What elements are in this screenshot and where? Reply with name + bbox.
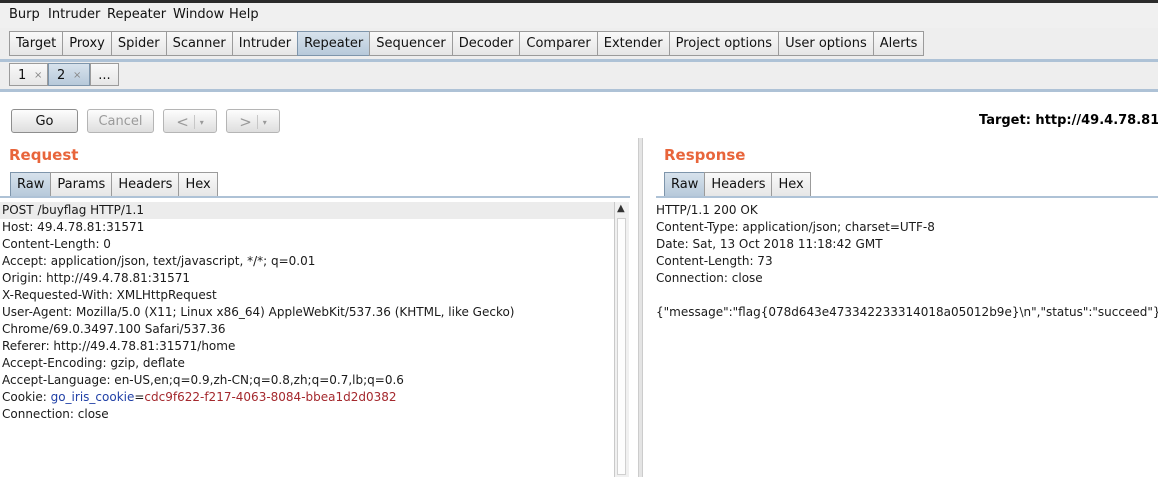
menu-intruder[interactable]: Intruder (48, 7, 100, 22)
response-line: Date: Sat, 13 Oct 2018 11:18:42 GMT (656, 237, 883, 251)
menu-burp[interactable]: Burp (9, 7, 40, 22)
request-tab-raw[interactable]: Raw (10, 172, 52, 197)
repeater-tab-label: 2 (57, 68, 66, 83)
request-scrollbar[interactable]: ▲ (614, 202, 629, 477)
response-line: Content-Type: application/json; charset=… (656, 220, 935, 234)
cookie-value: cdc9f622-f217-4063-8084-bbea1d2d0382 (144, 390, 397, 404)
close-icon[interactable]: × (73, 64, 81, 87)
request-line: User-Agent: Mozilla/5.0 (X11; Linux x86_… (2, 305, 515, 319)
request-title: Request (9, 146, 79, 164)
request-line: Host: 49.4.78.81:31571 (2, 220, 145, 234)
request-tab-hex[interactable]: Hex (178, 172, 218, 197)
repeater-toolbar: Go Cancel < ▾ > ▾ Target: http://49.4.78.8… (0, 92, 1158, 136)
response-tab-headers[interactable]: Headers (704, 172, 773, 197)
tab-intruder[interactable]: Intruder (231, 31, 299, 56)
response-line (654, 287, 1158, 304)
target-label[interactable]: Target: http://49.4.78.81 (979, 113, 1158, 128)
scrollbar-track[interactable] (617, 218, 626, 475)
forward-arrow-icon: > (239, 113, 252, 131)
request-line: Connection: close (2, 407, 109, 421)
response-line: Content-Length: 73 (656, 254, 773, 268)
request-line: Accept-Language: en-US,en;q=0.9,zh-CN;q=… (2, 373, 404, 387)
request-tab-underline (0, 196, 630, 198)
response-tab-raw[interactable]: Raw (664, 172, 706, 197)
chevron-down-icon: ▾ (262, 118, 267, 127)
menu-bar: Burp Intruder Repeater Window Help (0, 3, 1158, 28)
close-icon[interactable]: × (34, 64, 42, 87)
response-line: Connection: close (656, 271, 763, 285)
main-tab-bar: Target Proxy Spider Scanner Intruder Rep… (0, 28, 1158, 60)
cookie-header-prefix: Cookie: (2, 390, 51, 404)
request-tab-params[interactable]: Params (50, 172, 113, 197)
repeater-tab-1[interactable]: 1 × (9, 63, 48, 86)
request-tab-bar: Raw Params Headers Hex (10, 172, 218, 197)
go-button[interactable]: Go (11, 109, 78, 133)
repeater-tab-bar: 1 × 2 × ... (0, 62, 1158, 89)
tab-spider[interactable]: Spider (110, 31, 167, 56)
new-repeater-tab-button[interactable]: ... (90, 63, 119, 86)
menu-window[interactable]: Window (173, 7, 224, 22)
response-tab-bar: Raw Headers Hex (664, 172, 811, 197)
cancel-button[interactable]: Cancel (87, 109, 154, 133)
response-editor[interactable]: HTTP/1.1 200 OK Content-Type: applicatio… (654, 202, 1158, 477)
response-line: HTTP/1.1 200 OK (656, 203, 758, 217)
cookie-name: go_iris_cookie (50, 390, 135, 404)
repeater-tab-2[interactable]: 2 × (48, 63, 90, 86)
tab-target[interactable]: Target (9, 31, 64, 56)
back-arrow-icon: < (176, 113, 189, 131)
tab-decoder[interactable]: Decoder (451, 31, 521, 56)
request-line: POST /buyflag HTTP/1.1 (0, 202, 614, 219)
chevron-down-icon: ▾ (199, 118, 204, 127)
response-tab-underline (656, 196, 1158, 198)
tab-extender[interactable]: Extender (596, 31, 670, 56)
response-title: Response (664, 146, 746, 164)
tab-sequencer[interactable]: Sequencer (369, 31, 453, 56)
up-arrow-icon[interactable]: ▲ (617, 203, 625, 214)
request-line: X-Requested-With: XMLHttpRequest (2, 288, 217, 302)
split-pane-divider[interactable] (638, 138, 643, 477)
tab-alerts[interactable]: Alerts (872, 31, 925, 56)
menu-repeater[interactable]: Repeater (107, 7, 166, 22)
response-tab-hex[interactable]: Hex (771, 172, 811, 197)
repeater-tab-label: 1 (18, 68, 27, 83)
tab-repeater[interactable]: Repeater (297, 31, 371, 56)
cookie-equals: = (134, 390, 145, 404)
forward-button[interactable]: > ▾ (226, 109, 280, 133)
request-line: Accept: application/json, text/javascrip… (2, 254, 316, 268)
response-body: {"message":"flag{078d643e473342233314018… (656, 305, 1158, 319)
request-line: Referer: http://49.4.78.81:31571/home (2, 339, 236, 353)
menu-help[interactable]: Help (229, 7, 259, 22)
request-line: Origin: http://49.4.78.81:31571 (2, 271, 190, 285)
tab-proxy[interactable]: Proxy (62, 31, 112, 56)
tab-scanner[interactable]: Scanner (165, 31, 233, 56)
request-line: Accept-Encoding: gzip, deflate (2, 356, 185, 370)
tab-project-options[interactable]: Project options (668, 31, 780, 56)
request-line: Content-Length: 0 (2, 237, 111, 251)
tab-user-options[interactable]: User options (778, 31, 874, 56)
request-editor[interactable]: POST /buyflag HTTP/1.1 Host: 49.4.78.81:… (0, 202, 614, 477)
back-button[interactable]: < ▾ (163, 109, 217, 133)
request-cookie-line: Cookie: go_iris_cookie=cdc9f622-f217-406… (0, 389, 614, 406)
request-tab-headers[interactable]: Headers (111, 172, 180, 197)
tab-comparer[interactable]: Comparer (519, 31, 598, 56)
request-line: Chrome/69.0.3497.100 Safari/537.36 (2, 322, 226, 336)
